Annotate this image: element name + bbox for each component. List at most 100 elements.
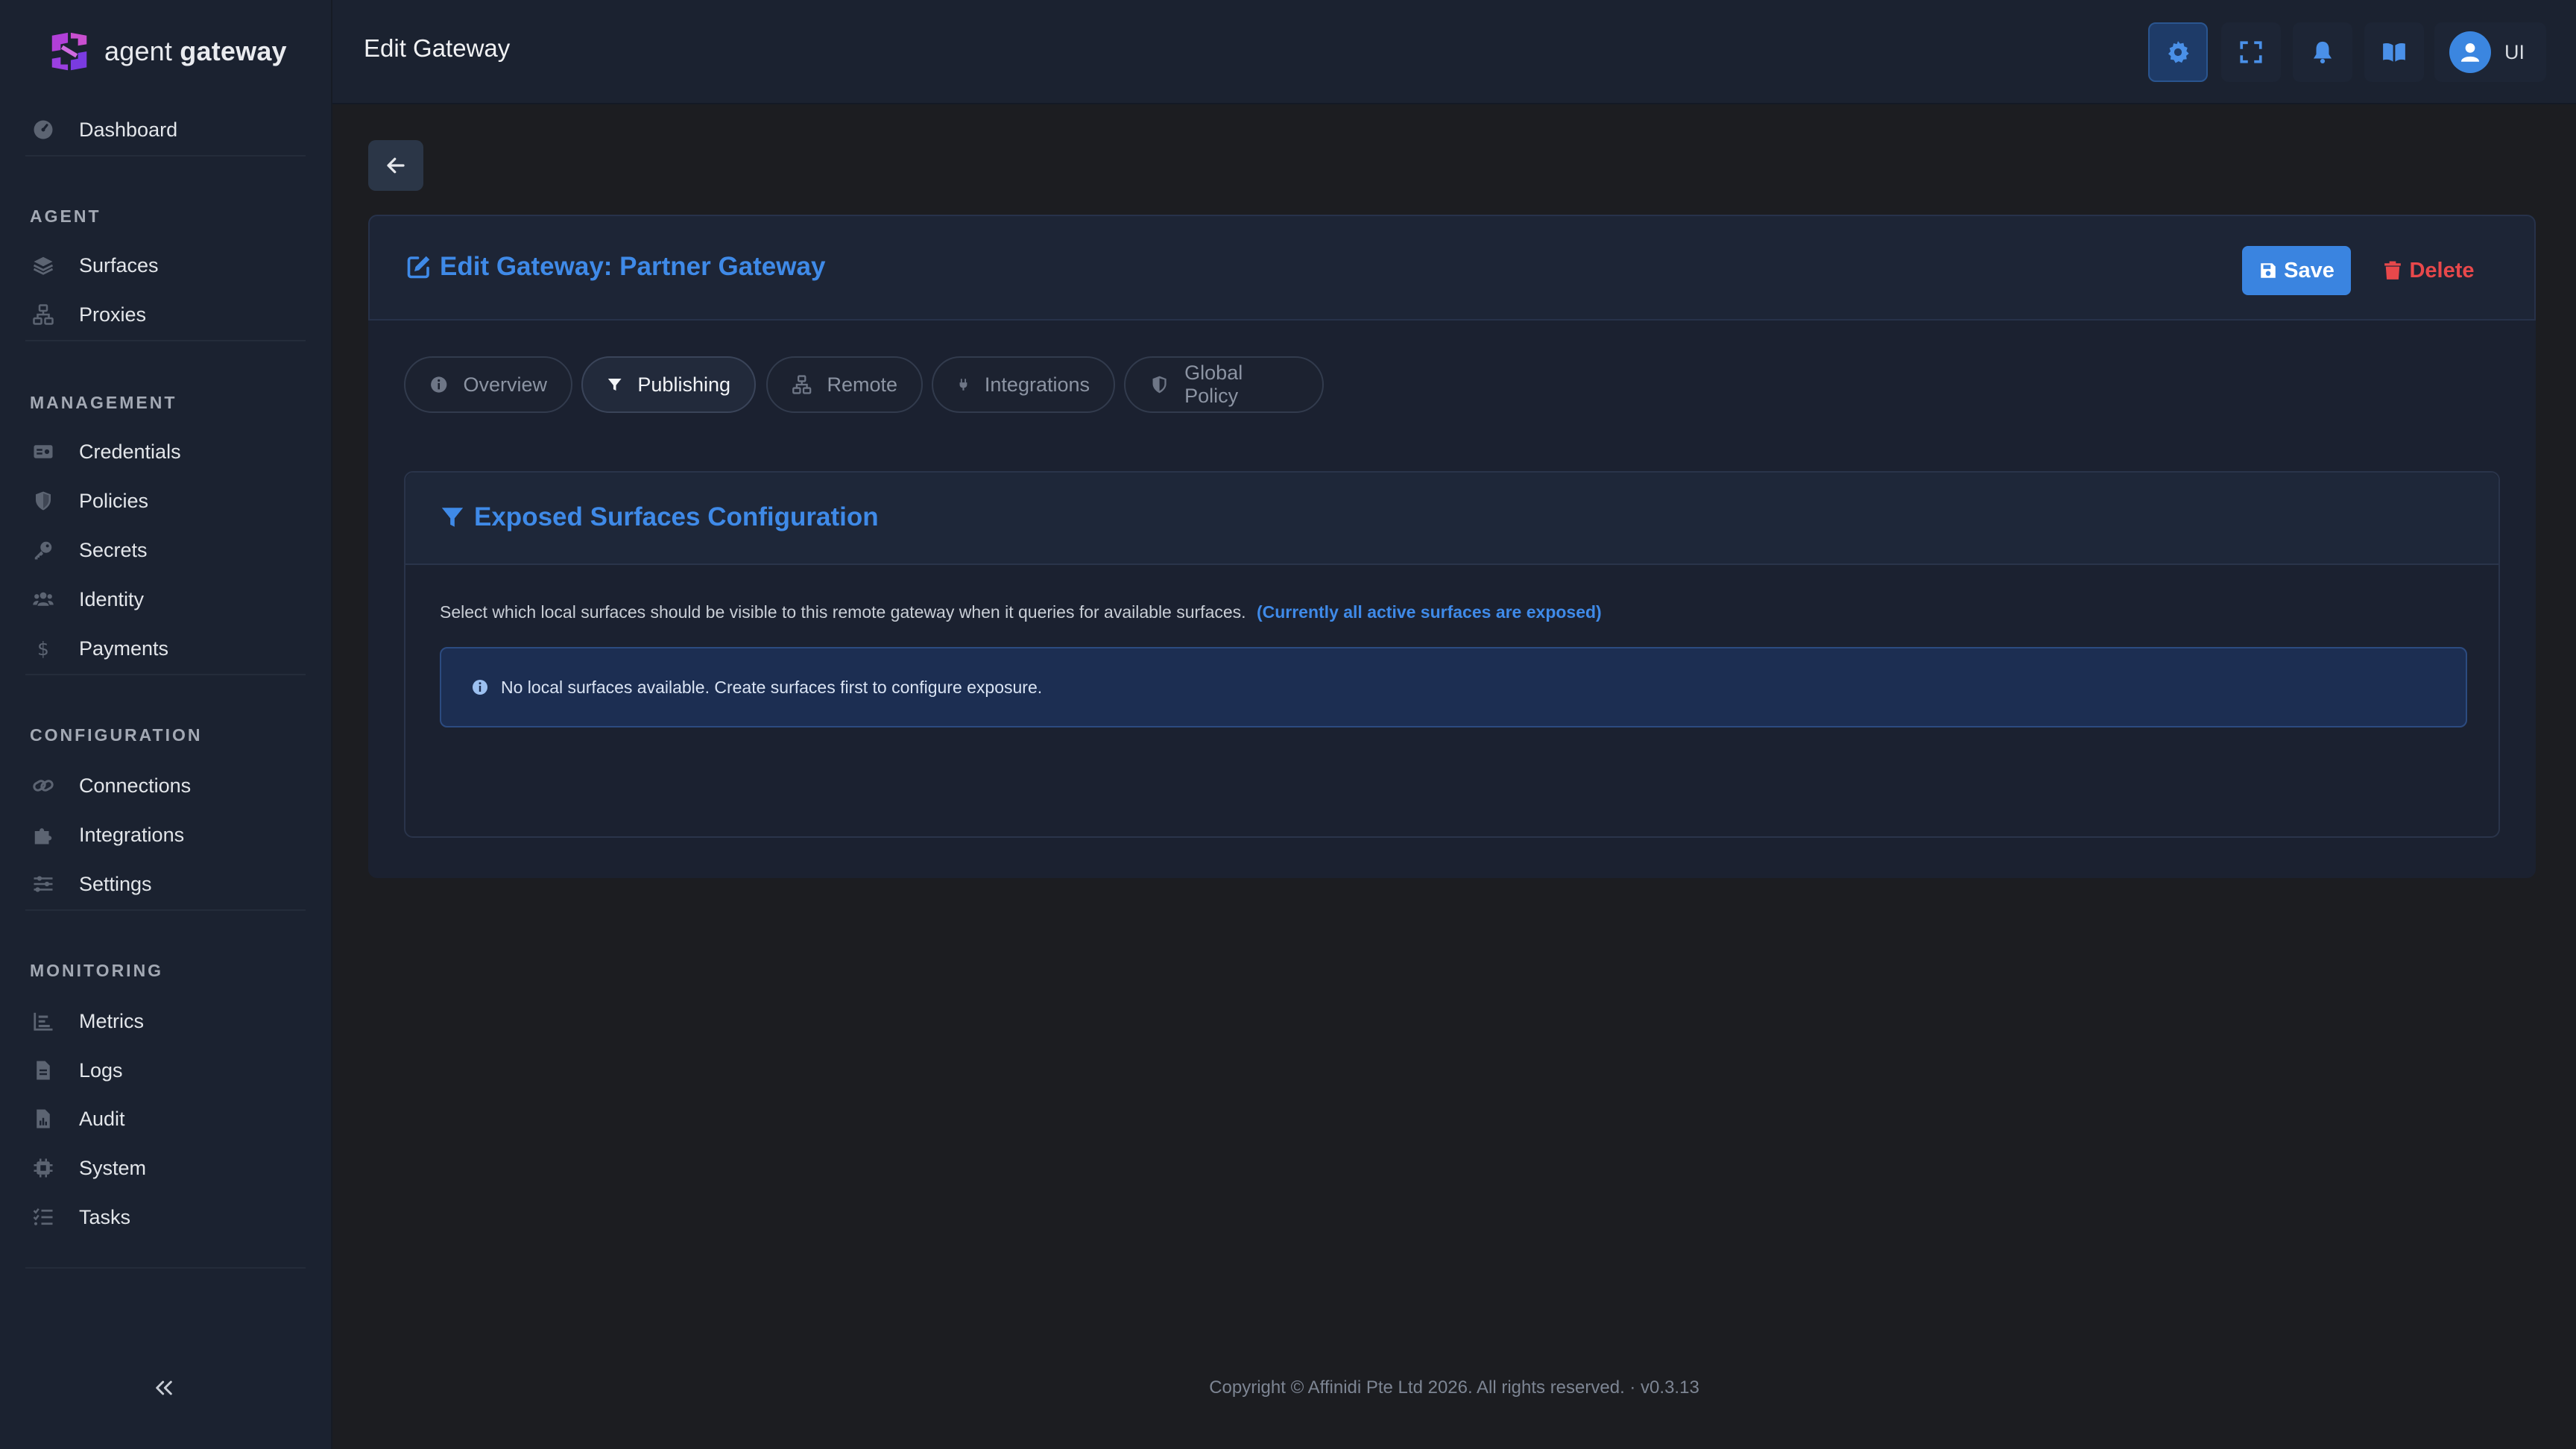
- brand-logo[interactable]: agent gateway: [46, 28, 287, 75]
- book-open-icon: [2383, 42, 2405, 62]
- panel-description: Select which local surfaces should be vi…: [440, 602, 1602, 622]
- sidebar-item-label: Proxies: [79, 303, 147, 326]
- sidebar-item-metrics[interactable]: Metrics: [30, 999, 306, 1044]
- sidebar-item-label: Dashboard: [79, 118, 178, 141]
- sidebar-item-label: Secrets: [79, 538, 148, 561]
- sidebar-item-integrations[interactable]: Integrations: [30, 812, 306, 857]
- layers-icon: [30, 252, 57, 279]
- trash-icon: [2384, 261, 2402, 280]
- divider: [25, 909, 306, 911]
- link-icon: [30, 772, 57, 799]
- sliders-icon: [30, 871, 57, 897]
- info-circle-icon: [473, 680, 487, 695]
- tab-label: Publishing: [637, 373, 730, 396]
- key-icon: [30, 537, 57, 564]
- footer-copyright: Copyright © Affinidi Pte Ltd 2026. All r…: [1209, 1377, 1699, 1398]
- panel-header: Exposed Surfaces Configuration: [405, 473, 2498, 565]
- file-icon: [30, 1057, 57, 1084]
- sidebar-item-policies[interactable]: Policies: [30, 479, 306, 523]
- sidebar-item-audit[interactable]: Audit: [30, 1096, 306, 1141]
- sidebar-item-label: Policies: [79, 489, 149, 512]
- sidebar-item-dashboard[interactable]: Dashboard: [30, 107, 306, 152]
- section-title-monitoring: MONITORING: [30, 961, 164, 980]
- puzzle-icon: [30, 821, 57, 848]
- svg-text:$: $: [37, 638, 49, 660]
- sidebar-item-label: Tasks: [79, 1205, 131, 1228]
- sidebar-item-surfaces[interactable]: Surfaces: [30, 243, 306, 288]
- double-chevron-left-icon: [156, 1380, 172, 1395]
- card-title: Edit Gateway: Partner Gateway: [405, 252, 825, 282]
- tab-global-policy[interactable]: Global Policy: [1124, 356, 1324, 413]
- sidebar-item-label: Credentials: [79, 440, 181, 463]
- user-label: UI: [2504, 40, 2525, 63]
- sidebar-item-label: Integrations: [79, 823, 185, 846]
- tab-label: Global Policy: [1184, 362, 1243, 407]
- sidebar-item-identity[interactable]: Identity: [30, 577, 306, 622]
- filter-icon: [441, 508, 464, 527]
- floppy-disk-icon: [2261, 263, 2276, 278]
- sidebar-item-settings[interactable]: Settings: [30, 862, 306, 906]
- sidebar-item-connections[interactable]: Connections: [30, 763, 306, 808]
- app: agent gateway Dashboard AGENT Surfaces P…: [0, 0, 2576, 1449]
- tab-integrations[interactable]: Integrations: [932, 356, 1115, 413]
- sidebar-item-label: Settings: [79, 872, 152, 895]
- sidebar-item-tasks[interactable]: Tasks: [30, 1195, 306, 1240]
- brand-suffix: gateway: [180, 36, 287, 66]
- plug-icon: [959, 379, 967, 391]
- section-title-configuration: CONFIGURATION: [30, 725, 203, 745]
- shield-icon: [30, 487, 57, 514]
- sidebar-item-credentials[interactable]: Credentials: [30, 429, 306, 474]
- sidebar-item-system[interactable]: System: [30, 1146, 306, 1190]
- alert-text: No local surfaces available. Create surf…: [501, 677, 1043, 697]
- sidebar-item-label: Surfaces: [79, 253, 159, 277]
- user-menu-button[interactable]: UI: [2434, 22, 2546, 82]
- divider: [25, 340, 306, 341]
- description-text: Select which local surfaces should be vi…: [440, 602, 1246, 622]
- exposed-surfaces-panel: Exposed Surfaces Configuration Select wh…: [404, 471, 2500, 838]
- tab-remote[interactable]: Remote: [766, 356, 923, 413]
- sidebar-item-label: Audit: [79, 1107, 125, 1130]
- delete-button[interactable]: Delete: [2373, 246, 2485, 295]
- arrow-left-icon: [387, 157, 405, 174]
- sidebar-item-payments[interactable]: $ Payments: [30, 626, 306, 671]
- gateway-logo-icon: [51, 32, 87, 71]
- settings-button[interactable]: [2148, 22, 2208, 82]
- sidebar-item-secrets[interactable]: Secrets: [30, 528, 306, 572]
- fullscreen-button[interactable]: [2221, 22, 2281, 82]
- id-card-icon: [30, 438, 57, 465]
- brand-prefix: agent: [104, 36, 173, 66]
- bar-chart-icon: [30, 1008, 57, 1035]
- sidebar-item-label: Logs: [79, 1058, 123, 1082]
- section-title-management: MANAGEMENT: [30, 393, 177, 412]
- sidebar-item-label: Identity: [79, 587, 145, 610]
- divider: [25, 1267, 306, 1269]
- edit-gateway-card: Edit Gateway: Partner Gateway Save Delet…: [368, 215, 2536, 878]
- sidebar-item-logs[interactable]: Logs: [30, 1048, 306, 1093]
- info-alert: No local surfaces available. Create surf…: [440, 647, 2467, 727]
- avatar: [2449, 31, 2491, 73]
- back-button[interactable]: [368, 140, 423, 191]
- network-icon: [30, 301, 57, 328]
- info-circle-icon: [431, 376, 447, 393]
- dashboard-icon: [30, 116, 57, 143]
- tab-overview[interactable]: Overview: [404, 356, 572, 413]
- tab-publishing[interactable]: Publishing: [581, 356, 756, 413]
- docs-button[interactable]: [2364, 22, 2424, 82]
- card-header: Edit Gateway: Partner Gateway Save Delet…: [368, 215, 2536, 321]
- sidebar: agent gateway Dashboard AGENT Surfaces P…: [0, 0, 332, 1449]
- dollar-icon: $: [30, 635, 57, 662]
- card-title-text: Edit Gateway: Partner Gateway: [440, 252, 826, 281]
- notifications-button[interactable]: [2293, 22, 2352, 82]
- tab-label: Remote: [827, 373, 897, 396]
- sidebar-item-proxies[interactable]: Proxies: [30, 292, 306, 337]
- network-icon: [792, 375, 812, 394]
- delete-label: Delete: [2409, 258, 2475, 282]
- shield-icon: [1152, 376, 1167, 394]
- cpu-icon: [30, 1155, 57, 1181]
- top-header: Edit Gateway UI: [332, 0, 2576, 104]
- divider: [25, 674, 306, 675]
- save-button[interactable]: Save: [2242, 246, 2351, 295]
- sidebar-item-label: Metrics: [79, 1009, 144, 1032]
- collapse-sidebar-button[interactable]: [146, 1374, 182, 1401]
- panel-title-text: Exposed Surfaces Configuration: [474, 502, 879, 531]
